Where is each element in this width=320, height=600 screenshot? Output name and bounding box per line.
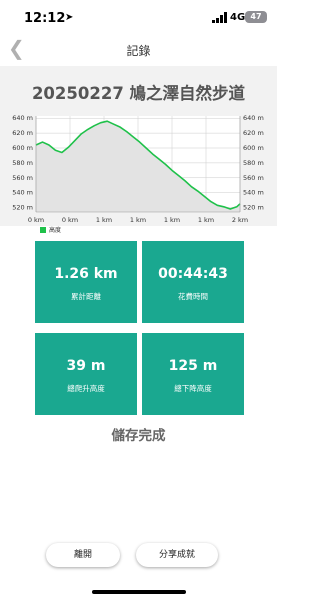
- stat-value: 39 m: [66, 358, 106, 374]
- y-tick-label-left: 580 m: [12, 159, 33, 167]
- battery-icon: 47: [245, 11, 267, 23]
- stat-ascent: 39 m 總爬升高度: [35, 333, 137, 415]
- stat-label: 總爬升高度: [67, 384, 105, 393]
- y-tick-label-left: 560 m: [12, 174, 33, 182]
- y-tick-label-right: 580 m: [243, 159, 264, 167]
- nav-bar: ❮ 記錄: [0, 34, 277, 64]
- stat-label: 花費時間: [178, 292, 208, 301]
- y-tick-label-right: 600 m: [243, 144, 264, 152]
- x-tick-label: 1 km: [130, 216, 146, 224]
- x-tick-label: 0 km: [28, 216, 44, 224]
- share-button[interactable]: 分享成就: [136, 543, 218, 567]
- y-tick-label-right: 520 m: [243, 204, 264, 212]
- x-tick-label: 2 km: [232, 216, 248, 224]
- leave-button[interactable]: 離開: [46, 543, 120, 567]
- home-indicator: [92, 590, 186, 594]
- stat-value: 1.26 km: [54, 266, 118, 282]
- y-tick-label-right: 640 m: [243, 114, 264, 122]
- legend-swatch: [40, 226, 46, 233]
- stat-distance: 1.26 km 累計距離: [35, 241, 137, 323]
- stat-duration: 00:44:43 花費時間: [142, 241, 244, 323]
- page-title: 記錄: [126, 44, 151, 58]
- y-tick-label-left: 620 m: [12, 129, 33, 137]
- elevation-chart: 640 m 640 m 620 m 620 m 600 m 600 m 580 m 580 m…: [12, 114, 264, 224]
- save-status: 儲存完成: [111, 428, 166, 444]
- chart-legend: 高度: [40, 225, 61, 234]
- location-arrow-icon: ➤: [65, 12, 74, 23]
- stat-descent: 125 m 總下降高度: [142, 333, 244, 415]
- cellular-signal-icon: [212, 12, 227, 23]
- status-bar: 12:12 ➤ 4G 47: [0, 0, 277, 34]
- y-tick-label-right: 540 m: [243, 189, 264, 197]
- legend-label: 高度: [49, 227, 62, 234]
- network-type: 4G: [230, 12, 246, 23]
- stat-value: 00:44:43: [158, 266, 228, 282]
- route-title: 20250227 鳩之澤自然步道: [31, 84, 246, 103]
- x-tick-label: 1 km: [96, 216, 112, 224]
- y-tick-label-left: 600 m: [12, 144, 33, 152]
- stat-label: 總下降高度: [174, 384, 212, 393]
- stat-label: 累計距離: [71, 292, 101, 301]
- y-tick-label-left: 640 m: [12, 114, 33, 122]
- clock: 12:12: [24, 11, 66, 26]
- stat-value: 125 m: [168, 358, 218, 374]
- x-tick-label: 1 km: [198, 216, 214, 224]
- y-tick-label-right: 560 m: [243, 174, 264, 182]
- y-tick-label-right: 620 m: [243, 129, 264, 137]
- x-tick-label: 1 km: [164, 216, 180, 224]
- y-tick-label-left: 520 m: [12, 204, 33, 212]
- y-tick-label-left: 540 m: [12, 189, 33, 197]
- x-tick-label: 0 km: [62, 216, 78, 224]
